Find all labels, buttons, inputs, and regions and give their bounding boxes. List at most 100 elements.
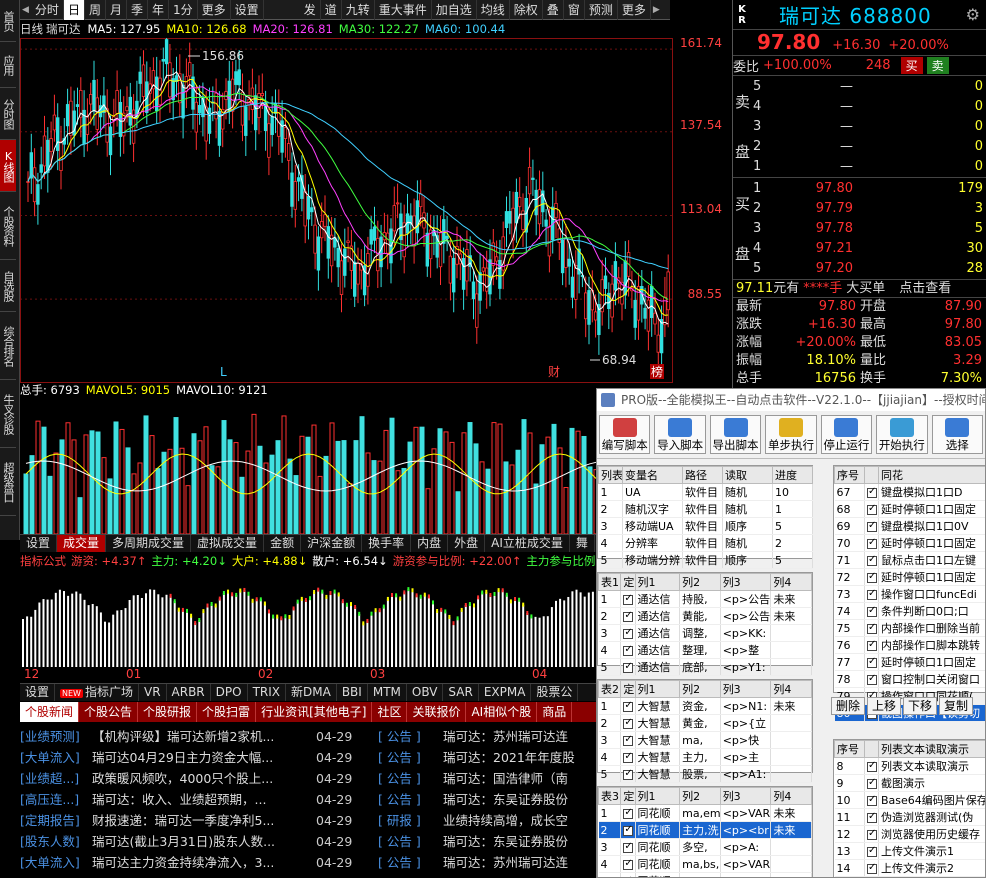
news-title[interactable]: 瑞可达(截止3月31日)股东人数... [92, 831, 310, 852]
nav-item-7[interactable]: 牛叉诊股 [0, 380, 16, 448]
period-tab-3[interactable]: 月 [106, 0, 127, 20]
tool-item-2[interactable]: 九转 [342, 0, 375, 20]
row-checkbox[interactable] [623, 717, 634, 729]
table-header[interactable]: 读取 [722, 466, 773, 484]
row-checkbox[interactable] [867, 520, 877, 532]
table-header[interactable]: 列表 [598, 466, 623, 484]
indicator2-tab-6[interactable]: 新DMA [286, 684, 337, 701]
table-header[interactable]: 列2 [679, 787, 721, 805]
row-checkbox[interactable] [867, 622, 877, 634]
checkbox-cell[interactable] [864, 534, 879, 552]
table-header[interactable]: 表1 [597, 573, 622, 591]
table-row[interactable]: 2 随机汉字 软件目 随机 1 [598, 500, 813, 518]
table-row[interactable]: 67 键盘模拟口1口D [834, 483, 985, 501]
indicator2-tab-1[interactable]: NEW 指标广场 [55, 684, 139, 701]
announcement-item[interactable]: [ 公告 ] 瑞可达：国浩律师（南 [378, 768, 598, 789]
flow-chart[interactable] [20, 570, 596, 667]
checkbox-cell[interactable] [620, 838, 636, 856]
table-row[interactable]: 2 大智慧黄金, <p>{立 [598, 714, 812, 732]
row-checkbox[interactable] [623, 768, 634, 780]
row-checkbox[interactable] [867, 794, 877, 806]
indicator-tab-1[interactable]: 成交量 [57, 535, 107, 552]
table-row[interactable]: 11 伪造浏览器测试(伪 [834, 808, 985, 826]
indicator2-tab-11[interactable]: EXPMA [479, 684, 532, 701]
indicator2-tab-5[interactable]: TRIX [248, 684, 287, 701]
period-tab-4[interactable]: 季 [127, 0, 148, 20]
tool-button-1[interactable]: 导入脚本 [654, 415, 706, 454]
row-checkbox[interactable] [867, 639, 877, 651]
indicator-tab-0[interactable]: 设置 [20, 535, 58, 552]
announcement-item[interactable]: [ 公告 ]瑞可达：关于召开2021 [378, 873, 598, 876]
period-tab-6[interactable]: 1分 [169, 0, 198, 20]
tool-button-5[interactable]: 开始执行 [876, 415, 928, 454]
table-row[interactable]: 74 条件判断口0口;口 [834, 602, 985, 620]
table-header[interactable]: 列2 [679, 680, 721, 698]
period-tab-2[interactable]: 周 [85, 0, 106, 20]
news-title[interactable]: 政策暖风频吹，4000只个股上... [92, 768, 310, 789]
news-item[interactable]: [高压连...] 瑞可达：收入、业绩超预期，... 04-29 [20, 789, 375, 810]
table-row[interactable]: 8 列表文本读取演示 [834, 757, 985, 775]
table-row[interactable]: 71 鼠标点击口1口左键 [834, 551, 985, 569]
table-row[interactable]: 5 同花顺ma,ema <p>VAR [598, 872, 812, 877]
table-row[interactable]: 4 通达信整理, <p>整 [598, 641, 812, 659]
indicator-tab-7[interactable]: 内盘 [411, 535, 449, 552]
checkbox-cell[interactable] [620, 765, 636, 783]
checkbox-cell[interactable] [864, 774, 879, 792]
indicator-tab-10[interactable]: 舞 [570, 535, 595, 552]
nav-item-0[interactable]: 首页 [0, 0, 16, 42]
buy-button[interactable]: 买 [900, 57, 923, 74]
tool-button-3[interactable]: 单步执行 [765, 415, 817, 454]
announcement-item[interactable]: [ 公告 ] 瑞可达：东吴证券股份 [378, 831, 598, 852]
row-checkbox[interactable] [623, 734, 634, 746]
news-tab-8[interactable]: 商品 [537, 702, 573, 722]
table-row[interactable]: 3 移动端UA 软件目 顺序 5 [598, 517, 813, 535]
table-header[interactable] [864, 740, 879, 758]
indicator2-tab-3[interactable]: ARBR [167, 684, 211, 701]
table-header[interactable]: 表2 [597, 680, 622, 698]
tool-item-4[interactable]: 加自选 [432, 0, 477, 20]
news-tab-3[interactable]: 个股扫雷 [197, 702, 257, 722]
step-button-1[interactable]: 上移 [867, 697, 902, 715]
step-button-2[interactable]: 下移 [903, 697, 938, 715]
row-checkbox[interactable] [623, 700, 634, 712]
table-header[interactable]: 定 [620, 787, 636, 805]
indicator-tab-6[interactable]: 换手率 [362, 535, 412, 552]
checkbox-cell[interactable] [864, 500, 879, 518]
announcement-item[interactable]: [ 公告 ] 瑞可达：苏州瑞可达连 [378, 852, 598, 873]
table-row[interactable]: 3 大智慧 ma, <p>快 [598, 731, 812, 749]
table-header[interactable]: 同花 [878, 466, 985, 484]
checkbox-cell[interactable] [864, 670, 879, 688]
news-item[interactable]: [业绩超...] 政策暖风频吹，4000只个股上... 04-29 [20, 768, 375, 789]
news-tab-2[interactable]: 个股研报 [138, 702, 198, 722]
row-checkbox[interactable] [867, 656, 877, 668]
row-checkbox[interactable] [623, 593, 634, 605]
checkbox-cell[interactable] [864, 653, 879, 671]
table-row[interactable]: 5 大智慧股票, <p>A1: [598, 765, 812, 783]
table-header[interactable]: 路径 [682, 466, 723, 484]
news-tab-6[interactable]: 关联报价 [407, 702, 467, 722]
nav-item-4[interactable]: 个股资料 [0, 192, 16, 260]
checkbox-cell[interactable] [620, 641, 636, 659]
table-header[interactable]: 列3 [719, 680, 772, 698]
table-row[interactable]: 2 同花顺主力,洗<p><br>未来 [598, 821, 812, 839]
sell-button[interactable]: 卖 [926, 57, 949, 74]
tool-item-8[interactable]: 窗 [564, 0, 585, 20]
table-row[interactable]: 1 通达信持股, <p>公告未来 [598, 590, 812, 608]
row-checkbox[interactable] [867, 486, 877, 498]
table-header[interactable] [864, 466, 879, 484]
nav-item-1[interactable]: 应用 [0, 42, 16, 88]
table-row[interactable]: 73 操作窗口口funcEdi [834, 585, 985, 603]
news-title[interactable]: 瑞可达：收入、业绩超预期，... [92, 789, 310, 810]
news-tab-7[interactable]: AI相似个股 [466, 702, 538, 722]
table-row[interactable]: 5 移动端分辨 软件目 顺序 5 [598, 551, 813, 569]
table-row[interactable]: 3 同花顺多空, <p>A: [598, 838, 812, 856]
table-row[interactable]: 13 上传文件演示1 [834, 842, 985, 860]
news-tab-5[interactable]: 社区 [372, 702, 408, 722]
table-header[interactable]: 列3 [719, 787, 772, 805]
news-tab-1[interactable]: 个股公告 [79, 702, 139, 722]
news-item[interactable]: [业绩预测] 【机构评级】瑞可达新增2家机... 04-29 [20, 726, 375, 747]
table-header[interactable]: 列4 [770, 680, 812, 698]
checkbox-cell[interactable] [864, 568, 879, 586]
table-row[interactable]: 70 延时停顿口1口固定 [834, 534, 985, 552]
period-tab-1[interactable]: 日 [63, 0, 85, 20]
